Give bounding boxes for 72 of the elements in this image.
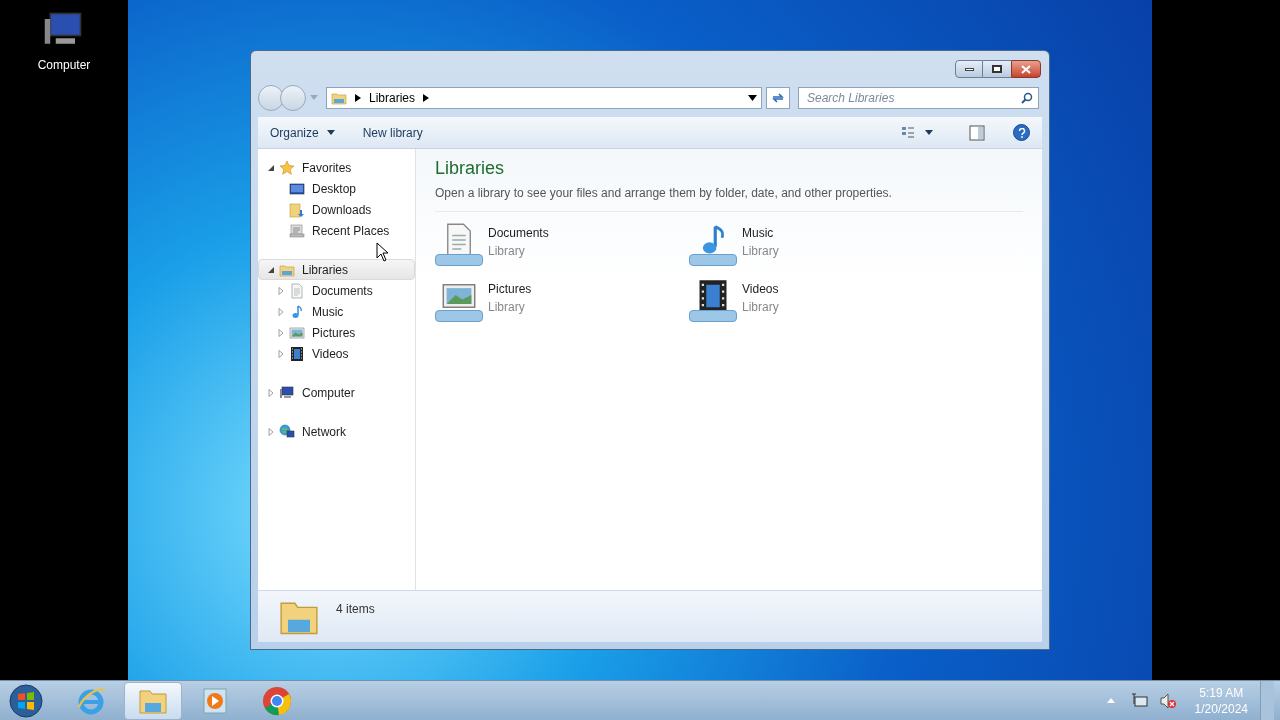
taskbar-app-button[interactable] [124,681,182,720]
nav-tree-item[interactable]: Network [258,421,415,442]
network-globe-icon [279,423,295,440]
document-icon [289,282,305,299]
picture-icon [289,324,305,341]
dropdown-caret-icon[interactable] [748,95,757,101]
refresh-arrows-icon [771,92,785,104]
start-button[interactable] [6,681,46,720]
nav-tree-item[interactable]: Favorites [258,157,415,178]
nav-tree-item[interactable]: Desktop [258,178,415,199]
preview-pane-button[interactable] [969,124,985,141]
breadcrumb-arrow-icon[interactable] [423,94,430,102]
speaker-muted-icon[interactable] [1158,691,1177,710]
computer-icon [279,384,295,401]
library-folder-icon [331,90,347,106]
toolbar-button[interactable]: New library [362,123,423,142]
network-monitor-icon[interactable] [1130,691,1149,710]
library-item[interactable]: Music Library [689,218,943,266]
chrome-logo-icon [261,684,293,717]
close-x-icon [1021,64,1031,74]
folder-download-icon [289,201,305,218]
library-title: Libraries [435,157,506,180]
address-bar[interactable]: Libraries [326,87,762,109]
nav-tree-item[interactable]: Videos [258,343,415,364]
collapsed-arrow-icon[interactable] [277,307,285,316]
forward-button[interactable] [280,85,306,111]
collapsed-arrow-icon[interactable] [267,427,275,436]
breadcrumb-item[interactable]: Libraries [369,89,416,107]
close-button[interactable] [1011,60,1041,78]
question-mark-icon [1017,127,1026,138]
library-item[interactable]: Videos Library [689,274,943,322]
show-desktop-button[interactable] [1260,680,1274,720]
back-button[interactable] [258,85,284,111]
desktop-icon-label: Computer [37,57,91,74]
nav-tree-item[interactable]: Recent Places [258,220,415,241]
nav-tree-item[interactable]: Music [258,301,415,322]
recent-places-icon [289,222,305,239]
nav-tree-item[interactable]: Downloads [258,199,415,220]
tray-caret-icon[interactable] [1106,698,1115,703]
collapsed-arrow-icon[interactable] [277,349,285,358]
collapsed-arrow-icon[interactable] [277,286,285,295]
organize-menu-button[interactable]: Organize [270,123,335,142]
film-strip-icon [289,345,305,362]
collapsed-arrow-icon[interactable] [277,328,285,337]
library-description: Open a library to see your files and arrange them by folder, date, and other properties. [435,185,893,202]
search-field[interactable]: Search Libraries [798,87,1039,109]
view-list-icon [901,125,917,140]
history-caret-icon[interactable] [310,95,318,101]
nav-tree-item[interactable]: Libraries [258,259,415,280]
maximize-button[interactable] [983,60,1011,78]
mouse-cursor-icon [376,242,390,262]
search-icon[interactable] [1021,92,1033,104]
pane-icon [969,124,985,141]
caret-icon [925,130,933,135]
music-note-icon [289,303,305,320]
refresh-button[interactable] [766,87,790,109]
minimize-button[interactable] [955,60,983,78]
nav-tree-item[interactable]: Computer [258,382,415,403]
collapsed-arrow-icon[interactable] [267,388,275,397]
nav-tree-item[interactable]: Pictures [258,322,415,343]
item-count: 4 items [336,601,375,618]
view-options-button[interactable] [901,125,933,140]
nav-tree-item[interactable]: Documents [258,280,415,301]
library-item[interactable]: Pictures Library [435,274,689,322]
star-icon [279,159,295,176]
monitor-icon [289,180,305,197]
breadcrumb-arrow-icon[interactable] [355,94,361,102]
expanded-arrow-icon[interactable] [267,163,275,172]
caret-icon [326,130,335,135]
library-item[interactable]: Documents Library [435,218,689,266]
expanded-arrow-icon[interactable] [267,265,275,274]
help-button[interactable] [1013,124,1030,141]
